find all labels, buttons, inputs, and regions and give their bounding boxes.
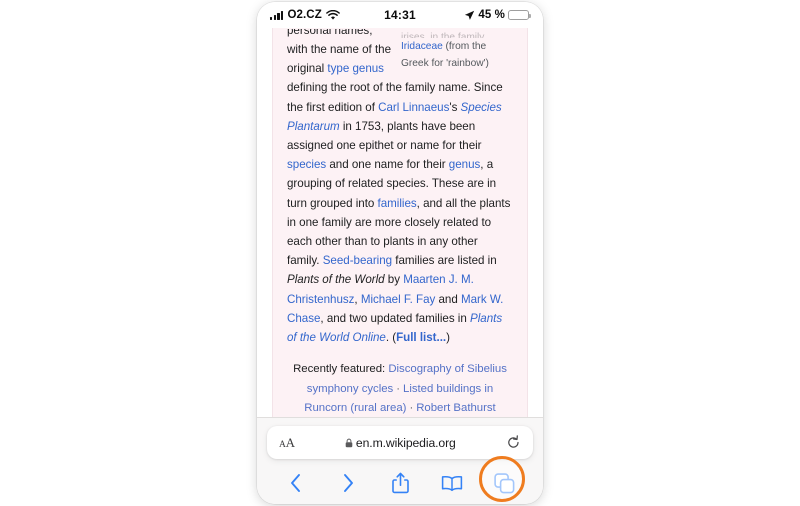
link-michael-fay[interactable]: Michael F. Fay xyxy=(361,293,435,306)
location-arrow-icon xyxy=(464,10,475,21)
back-button[interactable] xyxy=(277,468,315,498)
recently-featured-label: Recently featured: xyxy=(293,363,386,376)
link-type-genus[interactable]: type genus xyxy=(327,62,384,75)
status-bar: O2.CZ 14:31 45 % xyxy=(257,2,543,28)
cut-off-first-line: personal names, xyxy=(287,29,373,37)
separator-dot-1: · xyxy=(409,402,414,415)
paragraph-text-8: families are listed in xyxy=(392,254,497,268)
chevron-left-icon xyxy=(289,473,303,493)
lock-icon xyxy=(345,438,353,448)
highlight-ring-tabs-button xyxy=(479,456,525,502)
reload-icon[interactable] xyxy=(506,435,521,450)
address-bar[interactable]: AA en.m.wikipedia.org xyxy=(267,426,533,459)
recently-featured: Recently featured: Discography of Sibeli… xyxy=(287,360,513,417)
wikipedia-featured-box: irises, in the family Iridaceae (from th… xyxy=(272,28,528,417)
cellular-signal-icon xyxy=(270,10,284,20)
chevron-right-icon xyxy=(341,473,355,493)
link-species[interactable]: species xyxy=(287,158,326,171)
paragraph-text-9: by xyxy=(384,273,404,287)
caption-link-iridaceae[interactable]: Iridaceae xyxy=(401,41,443,52)
wifi-icon xyxy=(325,9,340,21)
link-carl-linnaeus[interactable]: Carl Linnaeus xyxy=(378,101,449,114)
bookmarks-button[interactable] xyxy=(433,468,471,498)
italic-plants-of-the-world: Plants of the World xyxy=(287,273,385,287)
separator-dot-0: · xyxy=(396,382,401,395)
status-bar-left: O2.CZ xyxy=(270,9,340,21)
share-button[interactable] xyxy=(381,468,419,498)
carrier-label: O2.CZ xyxy=(287,9,322,21)
image-caption: irises, in the family Iridaceae (from th… xyxy=(401,29,513,72)
paragraph-text-12: , and two updated families in xyxy=(320,311,470,325)
link-seed-bearing[interactable]: Seed-bearing xyxy=(323,254,392,267)
text-size-large-a: A xyxy=(285,434,295,450)
paragraph-text-14: ) xyxy=(446,331,450,345)
link-families[interactable]: families xyxy=(378,197,417,210)
link-genus[interactable]: genus xyxy=(449,158,481,171)
screenshot-root: O2.CZ 14:31 45 % irises, in the family I… xyxy=(0,0,800,506)
link-full-list[interactable]: Full list... xyxy=(396,331,446,344)
webview[interactable]: irises, in the family Iridaceae (from th… xyxy=(257,28,543,417)
share-icon xyxy=(391,472,409,494)
article-text: irises, in the family Iridaceae (from th… xyxy=(287,28,513,417)
status-bar-right: 45 % xyxy=(464,9,531,21)
phone-frame: O2.CZ 14:31 45 % irises, in the family I… xyxy=(257,2,543,504)
url-display[interactable]: en.m.wikipedia.org xyxy=(295,436,506,450)
paragraph-text-13: . ( xyxy=(385,331,397,345)
text-size-icon[interactable]: AA xyxy=(279,435,295,451)
url-text: en.m.wikipedia.org xyxy=(355,435,456,450)
article-paragraph: with the name of the original type genus… xyxy=(287,40,513,347)
paragraph-text-3: 's xyxy=(449,100,461,114)
book-icon xyxy=(441,475,463,492)
battery-percent-label: 45 % xyxy=(478,9,505,21)
caption-cut-line: irises, in the family xyxy=(401,32,485,38)
forward-button[interactable] xyxy=(329,468,367,498)
paragraph-text-5: and one name for their xyxy=(326,158,449,172)
paragraph-text-11: and xyxy=(435,292,461,306)
battery-icon xyxy=(508,9,531,21)
